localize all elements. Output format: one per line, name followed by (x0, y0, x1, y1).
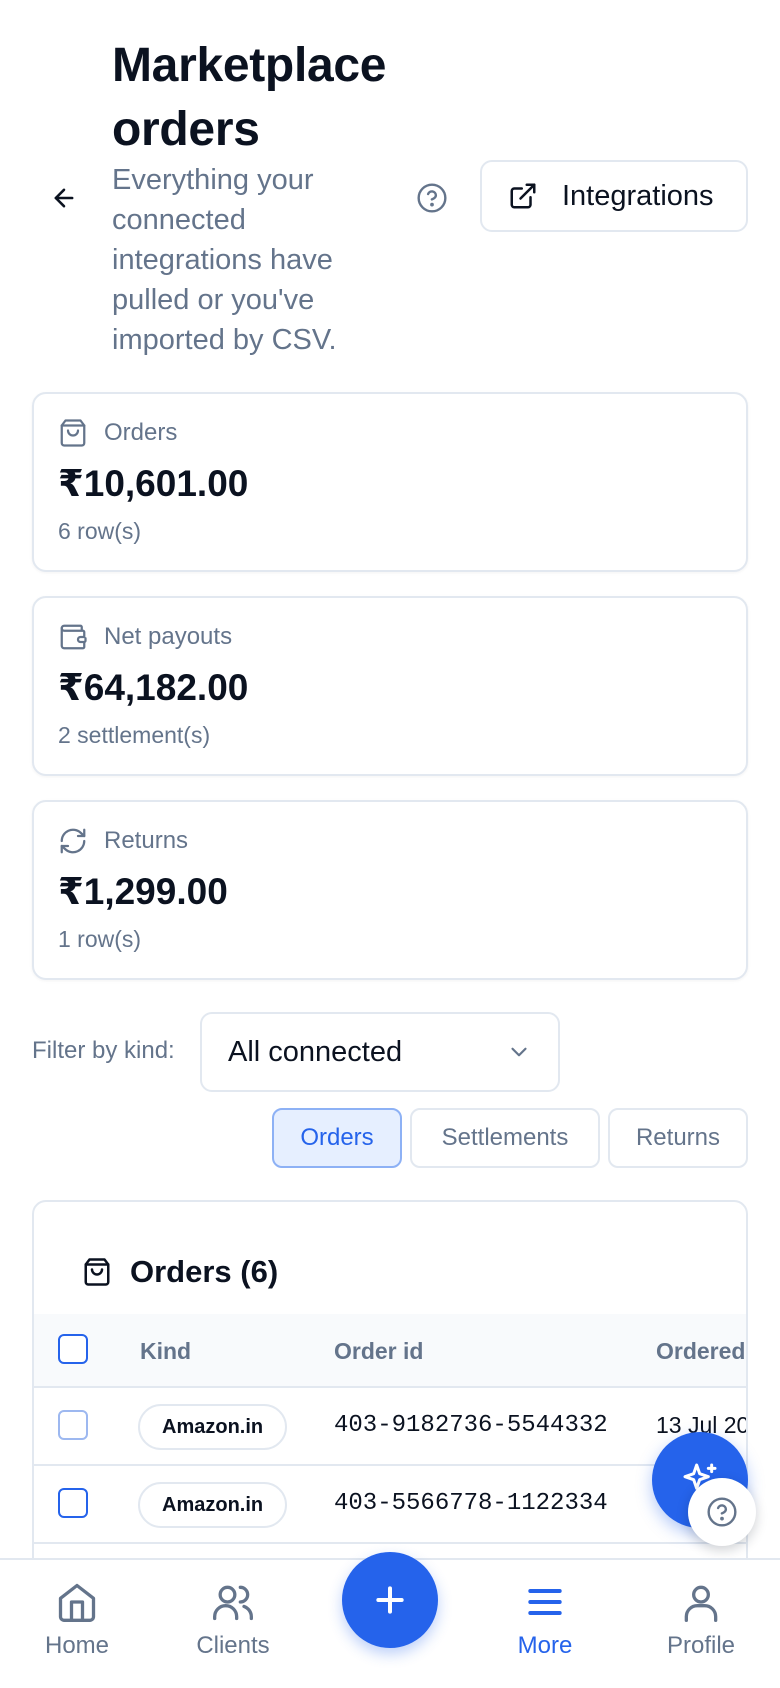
table-row[interactable]: Amazon.in 403-9182736-5544332 13 Jul 202… (34, 1388, 746, 1466)
stat-sub: 6 row(s) (58, 518, 142, 544)
shopping-bag-icon (84, 1258, 110, 1286)
page-subtitle: Everything your connected integrations h… (112, 164, 337, 356)
stat-card-returns: Returns ₹1,299.00 1 row(s) (32, 800, 748, 980)
stat-sub: 2 settlement(s) (58, 722, 211, 748)
stat-value: ₹10,601.00 (58, 463, 249, 504)
column-header-ordered[interactable]: Ordered (656, 1338, 745, 1365)
column-header-kind[interactable]: Kind (140, 1338, 191, 1365)
tab-settlements[interactable]: Settlements (410, 1108, 600, 1168)
chevron-down-icon (511, 1047, 527, 1057)
nav-more[interactable]: More (480, 1580, 610, 1660)
stat-value: ₹1,299.00 (58, 871, 228, 912)
stat-label: Net payouts (104, 623, 233, 650)
filter-label: Filter by kind: (32, 1037, 175, 1064)
stat-value: ₹64,182.00 (58, 667, 249, 708)
table-header: Kind Order id Ordered (34, 1314, 746, 1388)
nav-home[interactable]: Home (12, 1580, 142, 1660)
help-fab-button[interactable] (688, 1478, 756, 1546)
order-id-cell: 403-9182736-5544332 (334, 1412, 608, 1439)
plus-icon (376, 1586, 404, 1614)
users-icon (213, 1585, 253, 1621)
add-button[interactable] (342, 1552, 438, 1648)
home-icon (58, 1583, 96, 1622)
arrow-left-icon (54, 188, 74, 208)
kind-badge: Amazon.in (138, 1482, 288, 1528)
wallet-icon (60, 624, 87, 650)
help-button[interactable] (410, 176, 454, 220)
tab-returns[interactable]: Returns (608, 1108, 748, 1168)
select-all-checkbox[interactable] (58, 1334, 88, 1364)
page-header: Marketplace orders Everything your conne… (0, 0, 780, 370)
column-header-order-id[interactable]: Order id (334, 1338, 423, 1365)
kind-filter-select[interactable]: All connected (200, 1012, 560, 1092)
table-title: Orders (6) (82, 1254, 278, 1290)
back-button[interactable] (46, 180, 82, 216)
stat-sub: 1 row(s) (58, 926, 142, 952)
external-link-icon (510, 183, 536, 209)
nav-profile[interactable]: Profile (636, 1580, 766, 1660)
kind-badge: Amazon.in (138, 1404, 288, 1450)
nav-clients[interactable]: Clients (168, 1580, 298, 1660)
table-title-text: Orders (6) (130, 1254, 279, 1289)
nav-profile-label: Profile (666, 1632, 736, 1659)
nav-clients-label: Clients (196, 1632, 270, 1659)
stat-label: Returns (104, 827, 189, 854)
row-checkbox[interactable] (58, 1410, 88, 1440)
nav-more-label: More (517, 1632, 573, 1659)
nav-home-label: Home (44, 1632, 110, 1659)
help-circle-icon (417, 183, 447, 213)
help-circle-icon (707, 1497, 737, 1527)
user-icon (684, 1585, 718, 1622)
menu-icon (528, 1588, 562, 1616)
stat-card-net-payouts: Net payouts ₹64,182.00 2 settlement(s) (32, 596, 748, 776)
page-title: Marketplace orders (112, 39, 387, 156)
integrations-button[interactable]: Integrations (480, 160, 748, 232)
integrations-label: Integrations (562, 179, 714, 212)
refresh-icon (60, 828, 86, 854)
shopping-bag-icon (60, 419, 86, 447)
tab-orders[interactable]: Orders (272, 1108, 402, 1168)
kind-filter-value: All connected (228, 1035, 403, 1068)
table-row[interactable]: Amazon.in 403-5566778-1122334 (34, 1466, 746, 1544)
order-id-cell: 403-5566778-1122334 (334, 1490, 608, 1517)
stat-card-orders: Orders ₹10,601.00 6 row(s) (32, 392, 748, 572)
stat-label: Orders (104, 419, 178, 446)
row-checkbox[interactable] (58, 1488, 88, 1518)
